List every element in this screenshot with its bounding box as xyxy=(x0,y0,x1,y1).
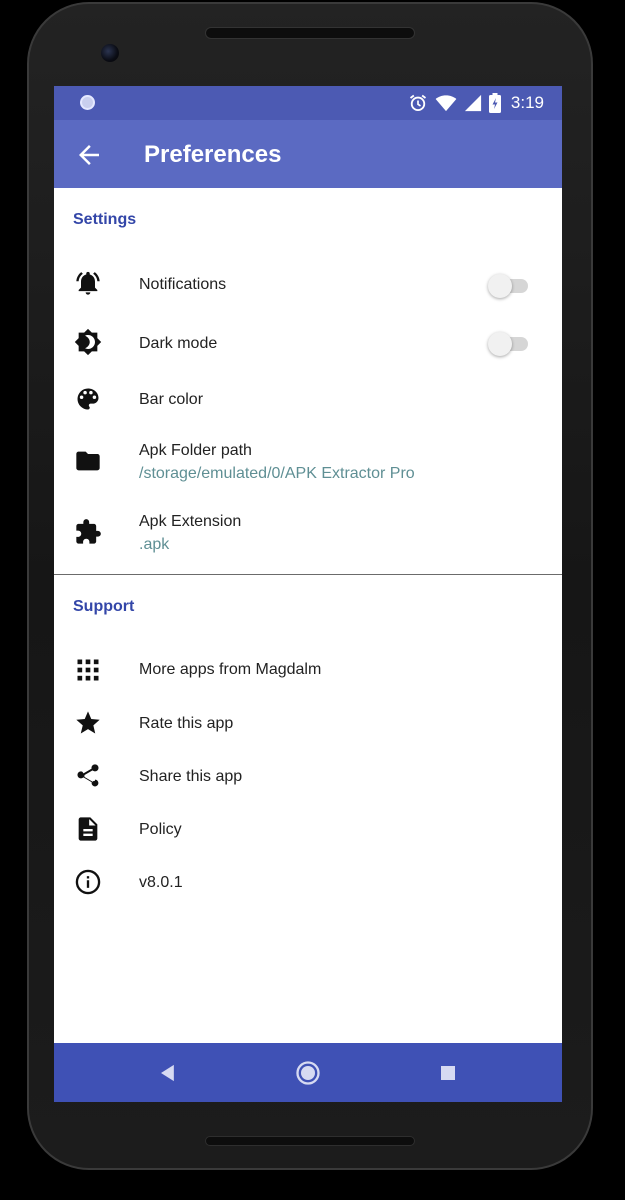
document-icon xyxy=(78,817,98,841)
palette-icon xyxy=(77,388,99,410)
apk-extension-label: Apk Extension xyxy=(139,513,242,530)
notifications-label: Notifications xyxy=(139,276,227,293)
nav-home-button[interactable] xyxy=(294,1059,322,1087)
star-icon xyxy=(76,711,100,734)
policy-item[interactable]: Policy xyxy=(54,806,562,854)
battery-icon xyxy=(488,93,501,113)
bottom-speaker xyxy=(205,1136,415,1146)
notifications-preference[interactable]: Notifications xyxy=(54,258,562,314)
support-section-header: Support xyxy=(73,598,135,615)
notification-dot-icon xyxy=(80,95,95,110)
recents-square-icon xyxy=(441,1066,455,1080)
apk-folder-path-value: /storage/emulated/0/APK Extractor Pro xyxy=(139,465,415,482)
back-button[interactable] xyxy=(74,140,104,170)
screen: 3:19 Preferences Settings Notifications … xyxy=(54,86,562,1102)
dark-mode-label: Dark mode xyxy=(139,335,218,352)
apk-folder-path-label: Apk Folder path xyxy=(139,442,252,459)
settings-section-header: Settings xyxy=(73,211,137,228)
version-item[interactable]: v8.0.1 xyxy=(54,859,562,907)
apk-extension-preference[interactable]: Apk Extension .apk xyxy=(54,506,562,566)
app-bar: Preferences xyxy=(54,120,562,188)
back-triangle-icon xyxy=(161,1064,174,1082)
page-title: Preferences xyxy=(144,141,282,168)
rate-app-label: Rate this app xyxy=(139,715,234,732)
wifi-icon xyxy=(435,95,457,112)
share-icon xyxy=(77,764,99,787)
version-label: v8.0.1 xyxy=(139,874,183,891)
notifications-toggle[interactable] xyxy=(486,272,534,300)
dark-mode-toggle[interactable] xyxy=(486,330,534,358)
apk-folder-path-preference[interactable]: Apk Folder path /storage/emulated/0/APK … xyxy=(54,435,562,495)
share-app-item[interactable]: Share this app xyxy=(54,753,562,801)
alarm-icon xyxy=(409,94,426,111)
folder-icon xyxy=(76,451,100,471)
bell-ring-icon xyxy=(76,271,100,295)
more-apps-label: More apps from Magdalm xyxy=(139,661,322,678)
bar-color-preference[interactable]: Bar color xyxy=(54,375,562,425)
more-apps-item[interactable]: More apps from Magdalm xyxy=(54,646,562,694)
brightness-icon xyxy=(74,328,102,356)
section-divider xyxy=(54,574,562,575)
nav-recents-button[interactable] xyxy=(434,1059,462,1087)
earpiece-speaker xyxy=(205,27,415,39)
nav-back-button[interactable] xyxy=(154,1059,182,1087)
arrow-back-icon xyxy=(79,145,99,165)
status-bar: 3:19 xyxy=(54,86,562,120)
policy-label: Policy xyxy=(139,821,182,838)
system-nav-bar xyxy=(54,1043,562,1102)
status-time: 3:19 xyxy=(510,93,544,112)
signal-icon xyxy=(464,94,482,112)
front-camera xyxy=(101,44,119,62)
apk-extension-value: .apk xyxy=(139,536,170,553)
puzzle-icon xyxy=(76,519,101,544)
home-circle-icon xyxy=(296,1061,320,1085)
share-app-label: Share this app xyxy=(139,768,243,785)
bar-color-label: Bar color xyxy=(139,391,204,408)
apps-grid-icon xyxy=(77,659,99,681)
rate-app-item[interactable]: Rate this app xyxy=(54,700,562,748)
dark-mode-preference[interactable]: Dark mode xyxy=(54,315,562,371)
info-icon xyxy=(75,869,101,895)
